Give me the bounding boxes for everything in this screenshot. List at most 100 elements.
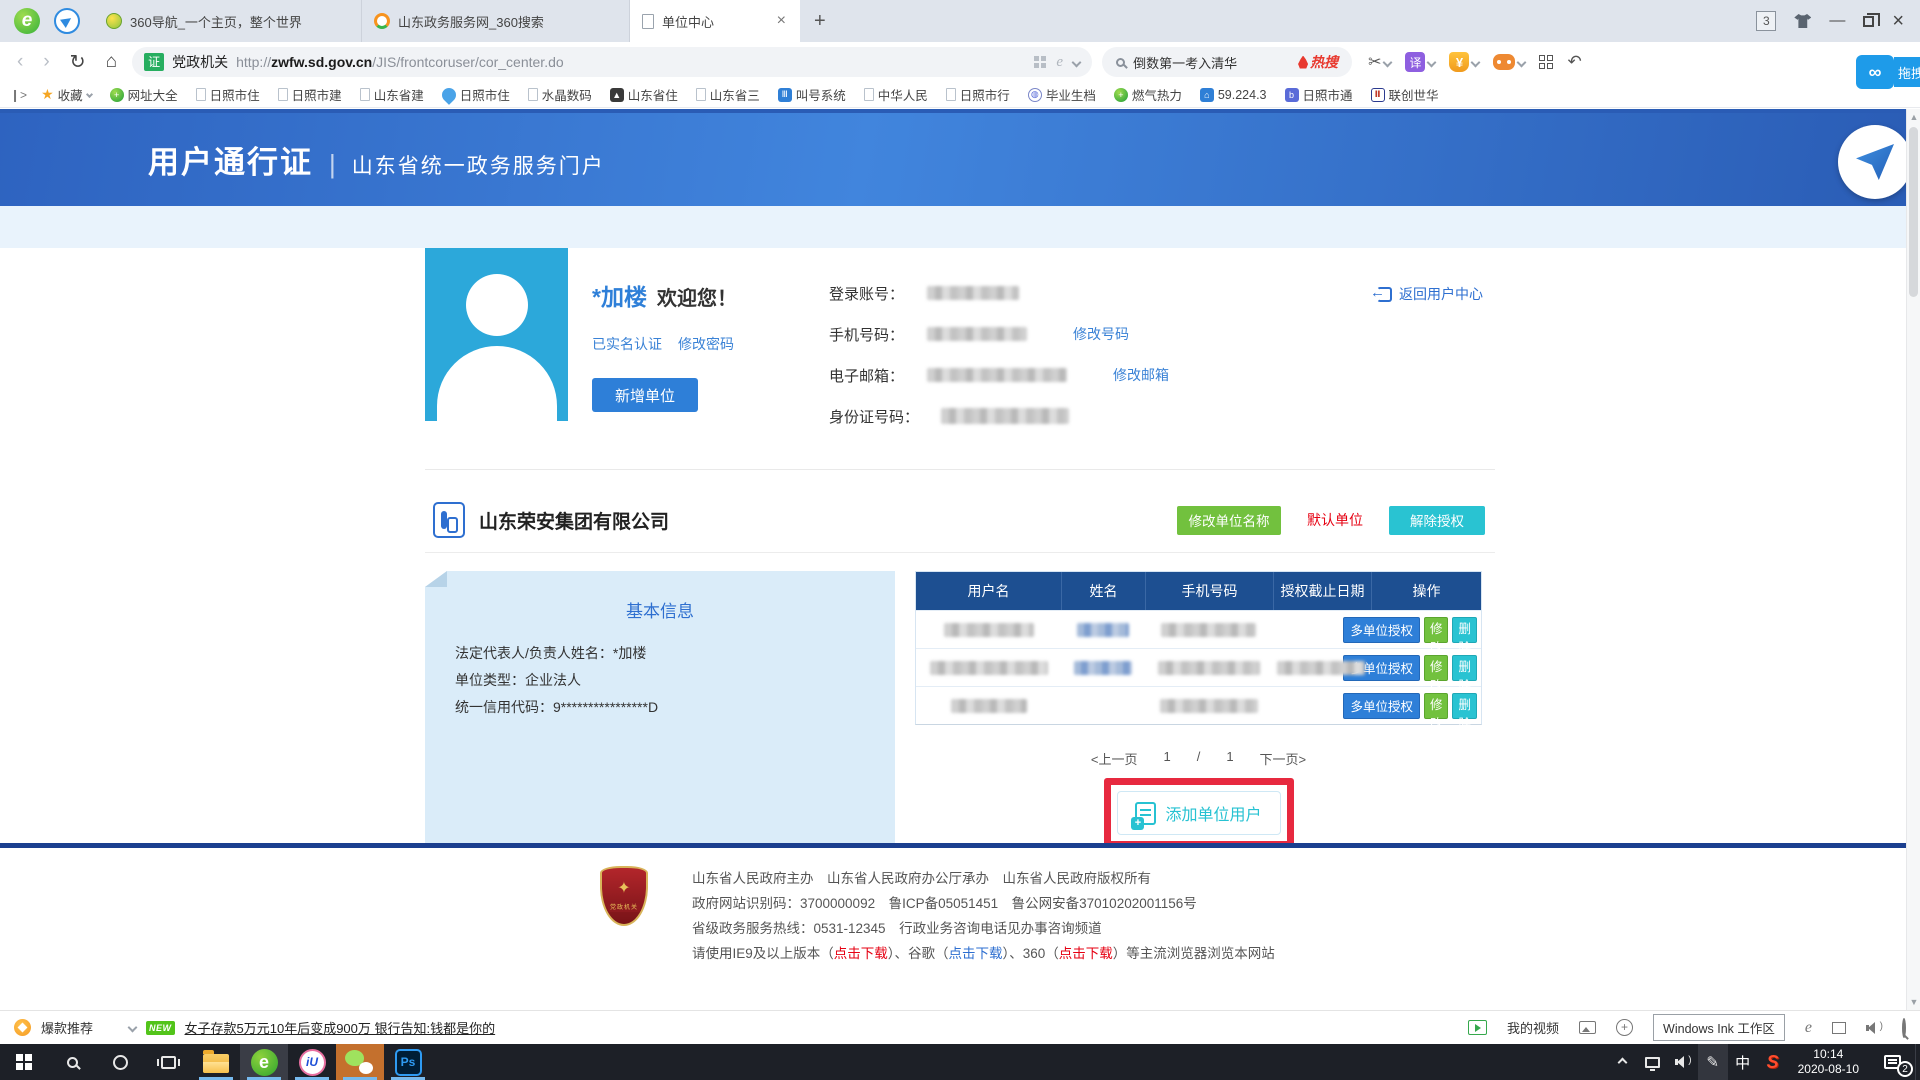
- bookmark-item[interactable]: ▲山东省住: [604, 85, 684, 104]
- scroll-up-arrow[interactable]: ▲: [1907, 109, 1920, 125]
- tab-sd-gov-search[interactable]: 山东政务服务网_360搜索: [362, 0, 630, 42]
- bookmark-item[interactable]: b日照市通: [1279, 85, 1359, 104]
- wechat-icon[interactable]: [336, 1044, 384, 1080]
- tab-unit-center[interactable]: 单位中心 ×: [630, 0, 800, 42]
- delete-button[interactable]: 删除: [1452, 693, 1477, 719]
- wallet-shield-icon[interactable]: ¥: [1449, 52, 1479, 72]
- taskbar-search-icon[interactable]: [48, 1044, 96, 1080]
- tab-count-badge[interactable]: 3: [1756, 11, 1776, 31]
- hot-search[interactable]: 热搜: [1298, 52, 1338, 72]
- cortana-icon[interactable]: [96, 1044, 144, 1080]
- file-explorer-icon[interactable]: [192, 1044, 240, 1080]
- show-desktop-button[interactable]: [1915, 1044, 1920, 1080]
- back-to-user-center-link[interactable]: 返回用户中心: [1377, 284, 1483, 304]
- taskbar-clock[interactable]: 10:14 2020-08-10: [1788, 1047, 1869, 1077]
- sogou-input-icon[interactable]: S: [1758, 1044, 1788, 1080]
- bookmark-item[interactable]: 日照市行: [940, 85, 1016, 104]
- refresh-icon[interactable]: ↻: [65, 51, 91, 74]
- multi-unit-auth-button[interactable]: 多单位授权: [1343, 617, 1420, 643]
- photoshop-icon[interactable]: Ps: [384, 1044, 432, 1080]
- my-video-label[interactable]: 我的视频: [1507, 1018, 1559, 1037]
- add-unit-button[interactable]: 新增单位: [592, 378, 698, 412]
- hidden-icons-chevron[interactable]: [1608, 1044, 1638, 1080]
- zoom-search-icon[interactable]: [1902, 1020, 1906, 1036]
- undo-icon[interactable]: ↶: [1567, 52, 1581, 72]
- download-link[interactable]: 点击下载: [834, 946, 888, 961]
- scroll-down-arrow[interactable]: ▼: [1907, 994, 1920, 1010]
- delete-button[interactable]: 删除: [1452, 655, 1477, 681]
- my-video-icon[interactable]: [1468, 1020, 1487, 1035]
- url-text[interactable]: http://zwfw.sd.gov.cn/JIS/frontcoruser/c…: [236, 54, 564, 70]
- windows-ink-pen-icon[interactable]: ✎: [1698, 1044, 1728, 1080]
- search-box[interactable]: 倒数第一考入清华 热搜: [1102, 47, 1352, 77]
- chevron-down-icon[interactable]: [1072, 57, 1082, 67]
- change-email-link[interactable]: 修改邮箱: [1113, 365, 1169, 385]
- windows-ink-label[interactable]: Windows Ink 工作区: [1653, 1014, 1785, 1041]
- add-unit-user-button[interactable]: 添加单位用户: [1117, 791, 1281, 835]
- edit-button[interactable]: 修改: [1424, 617, 1449, 643]
- start-button[interactable]: [0, 1044, 48, 1080]
- close-window-button[interactable]: ×: [1892, 11, 1904, 31]
- tab-360-nav[interactable]: 360导航_一个主页，整个世界: [94, 0, 362, 42]
- change-phone-link[interactable]: 修改号码: [1073, 324, 1129, 344]
- news-headline-link[interactable]: 女子存款5万元10年后变成900万 银行告知:钱都是你的: [185, 1018, 496, 1037]
- revoke-auth-button[interactable]: 解除授权: [1389, 506, 1485, 535]
- game-center-icon[interactable]: [1493, 54, 1525, 70]
- bookmark-item[interactable]: ⌂59.224.3: [1194, 88, 1273, 102]
- volume-icon[interactable]: ): [1668, 1044, 1698, 1080]
- edit-button[interactable]: 修改: [1424, 655, 1449, 681]
- realname-verified-link[interactable]: 已实名认证: [592, 334, 662, 354]
- notification-center-icon[interactable]: 2: [1869, 1044, 1915, 1080]
- site-apps-icon[interactable]: [1034, 56, 1046, 68]
- add-circle-icon[interactable]: +: [1616, 1019, 1633, 1036]
- ime-indicator[interactable]: 中: [1728, 1044, 1758, 1080]
- cloud-disk-icon[interactable]: ∞: [1856, 55, 1894, 89]
- bookmark-item[interactable]: 山东省建: [354, 85, 430, 104]
- collapse-chevron-icon[interactable]: [128, 1023, 138, 1033]
- bookmark-item[interactable]: ◍毕业生档: [1022, 85, 1102, 104]
- tab-close-icon[interactable]: ×: [775, 13, 788, 29]
- multi-unit-auth-button[interactable]: 多单位授权: [1343, 693, 1420, 719]
- sidebar-expand-icon[interactable]: ❙>: [10, 88, 27, 102]
- bookmark-item[interactable]: 日照市建: [272, 85, 348, 104]
- restore-window-button[interactable]: [1863, 16, 1874, 27]
- new-tab-button[interactable]: +: [800, 0, 840, 42]
- bookmark-favorites[interactable]: ★收藏: [35, 85, 98, 104]
- bookmark-item[interactable]: 水晶数码: [522, 85, 598, 104]
- default-unit-button[interactable]: 默认单位: [1307, 510, 1363, 530]
- download-link[interactable]: 点击下载: [949, 946, 1003, 961]
- change-password-link[interactable]: 修改密码: [678, 334, 734, 354]
- mute-speaker-icon[interactable]: ): [1866, 1021, 1882, 1035]
- page-scrollbar[interactable]: ▲ ▼: [1906, 109, 1920, 1010]
- task-view-icon[interactable]: [144, 1044, 192, 1080]
- scrollbar-thumb[interactable]: [1909, 127, 1918, 297]
- browser-logo-icon[interactable]: e: [14, 8, 40, 34]
- nav-compass-icon[interactable]: [54, 8, 80, 34]
- bookmark-item[interactable]: Ⅲ叫号系统: [772, 85, 852, 104]
- translate-icon[interactable]: 译: [1405, 52, 1435, 72]
- prev-page-link[interactable]: <上一页: [1091, 749, 1138, 768]
- bookmark-item[interactable]: 日照市住: [190, 85, 266, 104]
- delete-button[interactable]: 删除: [1452, 617, 1477, 643]
- compat-mode-icon[interactable]: e: [1056, 54, 1063, 71]
- window-mode-icon[interactable]: [1832, 1022, 1846, 1034]
- search-query[interactable]: 倒数第一考入清华: [1133, 53, 1237, 72]
- bookmark-item[interactable]: 日照市住: [436, 85, 516, 104]
- rename-unit-button[interactable]: 修改单位名称: [1177, 506, 1281, 535]
- ie-mode-icon[interactable]: e: [1805, 1019, 1812, 1037]
- forward-icon[interactable]: ›: [38, 51, 54, 73]
- url-field[interactable]: 证 党政机关 http://zwfw.sd.gov.cn/JIS/frontco…: [132, 47, 1092, 77]
- bookmark-item[interactable]: Ⅱ联创世华: [1365, 85, 1445, 104]
- 360-browser-icon[interactable]: e: [240, 1044, 288, 1080]
- bookmark-item[interactable]: 山东省三: [690, 85, 766, 104]
- bookmark-item[interactable]: 中华人民: [858, 85, 934, 104]
- bookmark-item[interactable]: +燃气热力: [1108, 85, 1188, 104]
- next-page-link[interactable]: 下一页>: [1260, 749, 1307, 768]
- screenshot-scissors-icon[interactable]: ✂: [1368, 52, 1391, 72]
- back-icon[interactable]: ‹: [12, 51, 28, 73]
- iu-app-icon[interactable]: iU: [288, 1044, 336, 1080]
- home-icon[interactable]: ⌂: [101, 51, 122, 73]
- screenshot-image-icon[interactable]: [1579, 1021, 1596, 1034]
- minimize-button[interactable]: —: [1829, 13, 1845, 29]
- edit-button[interactable]: 修改: [1424, 693, 1449, 719]
